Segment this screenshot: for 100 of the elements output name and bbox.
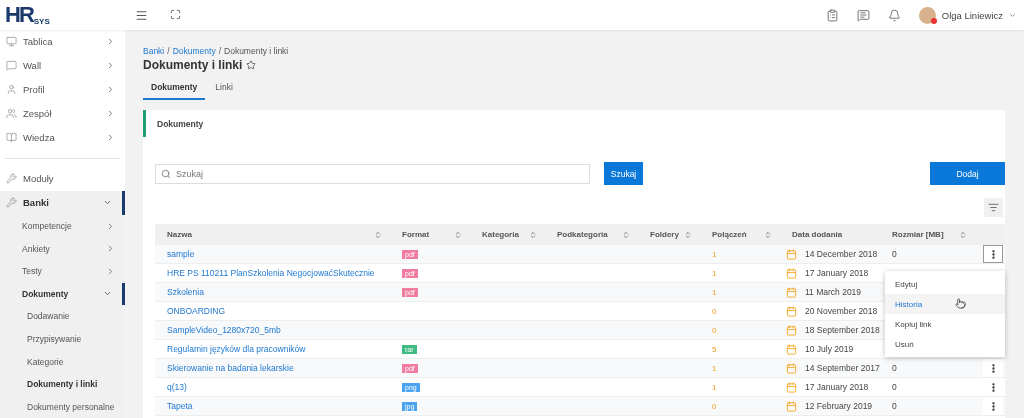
sidebar-item[interactable]: Przypisywanie	[0, 327, 125, 351]
avatar	[918, 6, 936, 24]
column-header[interactable]: Foldery	[638, 230, 700, 239]
column-header[interactable]: Format	[390, 230, 470, 239]
sidebar-item[interactable]: Testy	[0, 260, 125, 283]
logo: HRSYS	[4, 4, 51, 26]
monitor-icon	[6, 36, 17, 48]
wrench-icon	[6, 173, 17, 185]
fullscreen-icon[interactable]	[170, 8, 181, 22]
date-added: 12 February 2019	[805, 401, 873, 411]
hand-cursor-icon	[955, 298, 966, 309]
calendar-icon	[786, 248, 797, 260]
connections-count: 5	[712, 344, 717, 354]
chevron-right-icon	[106, 133, 115, 143]
sort-icon	[454, 230, 462, 239]
breadcrumb-separator: /	[167, 46, 170, 56]
clipboard-icon[interactable]	[825, 8, 839, 22]
date-added: 10 July 2019	[805, 344, 854, 354]
book-icon	[6, 132, 17, 144]
chevron-right-icon	[106, 85, 115, 95]
menu-item[interactable]: Historia	[885, 294, 1005, 314]
calendar-icon	[786, 400, 797, 412]
connections-count: 1	[712, 268, 717, 278]
column-header[interactable]: Podkategoria	[545, 230, 638, 239]
document-link[interactable]: SampleVideo_1280x720_5mb	[155, 325, 390, 335]
person-icon	[6, 84, 17, 96]
document-link[interactable]: ONBOARDING	[155, 306, 390, 316]
calendar-icon	[786, 381, 797, 393]
people-icon	[6, 108, 17, 120]
menu-item[interactable]: Usuń	[885, 334, 1005, 354]
chevron-down-icon	[1009, 11, 1016, 19]
menu-item[interactable]: Kopiuj link	[885, 314, 1005, 334]
column-header: Data dodania	[791, 230, 844, 239]
message-icon[interactable]	[856, 8, 870, 22]
date-added: 14 December 2018	[805, 249, 878, 259]
column-header[interactable]: Rozmiar [MB]	[880, 230, 975, 239]
calendar-icon	[786, 343, 797, 355]
sort-icon	[684, 230, 692, 239]
size-value: 0	[892, 401, 897, 411]
breadcrumb-separator: /	[218, 46, 221, 56]
connections-count: 0	[712, 401, 717, 411]
size-value: 0	[892, 249, 897, 259]
sort-icon	[959, 230, 967, 239]
date-added: 20 November 2018	[805, 306, 878, 316]
document-link[interactable]: Tapeta	[155, 401, 390, 411]
calendar-icon	[786, 267, 797, 279]
sort-icon	[622, 230, 630, 239]
chevron-right-icon	[106, 221, 115, 231]
column-header[interactable]: Kategoria	[470, 230, 545, 239]
sidebar-item[interactable]: Kompetencje	[0, 214, 125, 238]
breadcrumb-link[interactable]: Banki	[143, 46, 165, 56]
chevron-right-icon	[106, 266, 115, 276]
user-menu[interactable]: Olga Liniewicz	[918, 6, 1016, 24]
document-link[interactable]: Szkolenia	[155, 287, 390, 297]
sidebar-item[interactable]: Ankiety	[0, 237, 125, 261]
menu-icon[interactable]	[135, 8, 148, 22]
connections-count: 1	[712, 363, 717, 373]
sidebar-item[interactable]: Dodawanie	[0, 305, 125, 328]
connections-count: 1	[712, 249, 717, 259]
chevron-right-icon	[106, 61, 115, 71]
document-link[interactable]: q(13)	[155, 382, 390, 392]
chevron-right-icon	[106, 109, 115, 119]
document-link[interactable]: Regulamin języków dla pracowników	[155, 344, 390, 354]
column-header[interactable]: Połączeń	[700, 230, 780, 239]
menu-item[interactable]: Edytuj	[885, 274, 1005, 294]
sort-icon	[764, 230, 772, 239]
row-menu-button[interactable]	[983, 397, 1003, 415]
sort-icon	[374, 230, 382, 239]
filter-button[interactable]	[984, 198, 1003, 217]
sort-icon	[529, 230, 537, 239]
chevron-right-icon	[106, 244, 115, 254]
row-menu-button[interactable]	[983, 359, 1003, 377]
date-added: 11 March 2019	[805, 287, 862, 297]
page-title: Dokumenty i linki	[143, 58, 243, 72]
date-added: 17 January 2018	[805, 268, 869, 278]
connections-count: 1	[712, 287, 717, 297]
tab[interactable]: Linki	[207, 78, 241, 100]
document-link[interactable]: sample	[155, 249, 390, 259]
row-menu-button[interactable]	[983, 245, 1003, 263]
tab[interactable]: Dokumenty	[143, 78, 206, 100]
sidebar-item[interactable]: Dokumenty i linki	[0, 372, 125, 396]
add-button[interactable]: Dodaj	[930, 162, 1005, 185]
sidebar-item[interactable]: Dokumenty personalne	[0, 395, 125, 418]
column-header[interactable]: Nazwa	[155, 230, 390, 239]
date-added: 18 September 2018	[805, 325, 880, 335]
sidebar-item[interactable]: Kategorie	[0, 350, 125, 373]
document-link[interactable]: Skierowanie na badania lekarskie	[155, 363, 390, 373]
sidebar-item[interactable]: Banki	[0, 190, 125, 215]
search-field[interactable]: Szukaj	[155, 163, 590, 184]
breadcrumb-current: Dokumenty i linki	[224, 46, 289, 56]
breadcrumb-link[interactable]: Dokumenty	[172, 46, 216, 56]
connections-count: 1	[712, 382, 717, 392]
search-icon	[161, 168, 171, 179]
document-link[interactable]: HRE PS 110211 PlanSzkolenia NegocjowaćSkutecznie	[155, 268, 390, 278]
chat-icon	[6, 60, 17, 72]
chevron-right-icon	[106, 37, 115, 47]
star-icon[interactable]	[246, 60, 257, 70]
sidebar-item[interactable]: Dokumenty	[0, 282, 125, 306]
bell-icon[interactable]	[887, 8, 901, 22]
search-button[interactable]: Szukaj	[604, 162, 643, 185]
